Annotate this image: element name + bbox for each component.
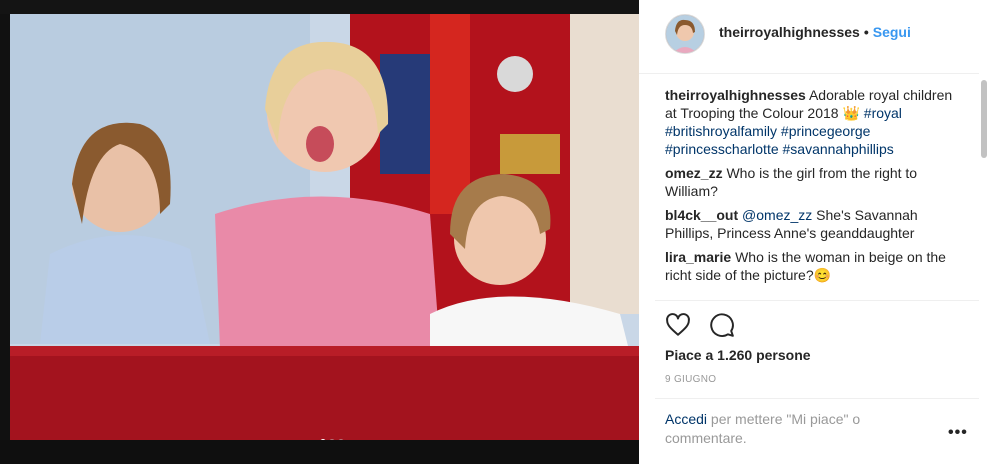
- bottom-bar: [0, 440, 640, 464]
- header-separator: •: [863, 24, 869, 40]
- more-options-icon[interactable]: •••: [948, 424, 968, 442]
- action-bar: [665, 312, 749, 340]
- avatar-image: [666, 15, 704, 53]
- comment-username[interactable]: omez_zz: [665, 165, 723, 181]
- carousel-dots[interactable]: [320, 432, 347, 440]
- comments-scrollbar[interactable]: [980, 78, 988, 300]
- divider: [655, 300, 979, 301]
- post-sidebar: theirroyalhighnesses • Segui theirroyalhig…: [639, 0, 996, 464]
- comment-item: lira_marie Who is the woman in beige on …: [665, 248, 955, 284]
- login-prompt: Accedi per mettere "Mi piace" o commenta…: [665, 410, 915, 448]
- comment-username[interactable]: lira_marie: [665, 249, 731, 265]
- comment-mention[interactable]: @omez_zz: [742, 207, 812, 223]
- comment-item: omez_zz Who is the girl from the right t…: [665, 164, 955, 200]
- comment-icon[interactable]: [709, 312, 735, 338]
- comment-username[interactable]: bl4ck__out: [665, 207, 738, 223]
- header-username[interactable]: theirroyalhighnesses: [719, 24, 860, 40]
- post-photo[interactable]: [10, 14, 639, 440]
- post-header: theirroyalhighnesses • Segui: [639, 0, 979, 74]
- divider: [655, 398, 979, 399]
- caption: theirroyalhighnesses Adorable royal chil…: [665, 86, 955, 158]
- heart-icon[interactable]: [665, 312, 691, 338]
- comment-item: bl4ck__out @omez_zz She's Savannah Phill…: [665, 206, 955, 242]
- scrollbar-thumb[interactable]: [981, 80, 987, 158]
- avatar[interactable]: [665, 14, 705, 54]
- photo-illustration: [10, 14, 639, 440]
- post-date: 9 GIUGNO: [665, 374, 717, 385]
- comment-username[interactable]: theirroyalhighnesses: [665, 87, 806, 103]
- comments-list: theirroyalhighnesses Adorable royal chil…: [665, 86, 955, 298]
- left-edge: [0, 14, 10, 440]
- follow-button[interactable]: Segui: [873, 24, 911, 40]
- likes-count[interactable]: Piace a 1.260 persone: [665, 347, 811, 363]
- login-link[interactable]: Accedi: [665, 411, 707, 427]
